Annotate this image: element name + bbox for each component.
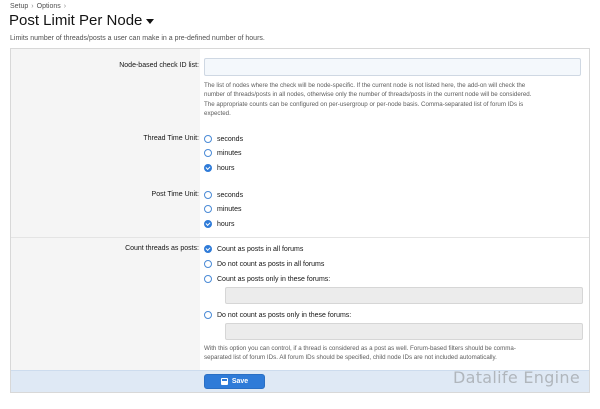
radio-button[interactable] [204, 191, 212, 199]
explain-line: number of threads/posts in all nodes, ot… [204, 91, 532, 99]
radio-label: hours [217, 220, 235, 228]
radio-label: hours [217, 164, 235, 172]
radio-label: minutes [217, 205, 242, 213]
breadcrumb-separator: › [63, 3, 67, 10]
breadcrumb: Setup › Options › [10, 3, 66, 10]
watermark: Datalife Engine [453, 368, 580, 387]
thread-time-unit-minutes[interactable]: minutes [204, 149, 242, 157]
thread-time-unit-seconds[interactable]: seconds [204, 135, 243, 143]
radio-button[interactable] [204, 275, 212, 283]
count-threads-only-these[interactable]: Count as posts only in these forums: [204, 275, 330, 283]
radio-label: Do not count as posts only in these foru… [217, 311, 352, 319]
count-threads-none[interactable]: Do not count as posts in all forums [204, 260, 324, 268]
page-description: Limits number of threads/posts a user ca… [10, 35, 265, 42]
node-check-explain: The list of nodes where the check will b… [204, 81, 579, 119]
explain-line: The appropriate counts can be configured… [204, 100, 524, 108]
count-only-forums-input[interactable] [225, 287, 583, 304]
count-threads-label: Count threads as posts: [125, 245, 199, 252]
radio-label: seconds [217, 135, 244, 143]
save-disk-icon [220, 378, 228, 385]
post-time-unit-hours[interactable]: hours [204, 220, 235, 228]
save-button-label: Save [231, 378, 249, 385]
radio-button[interactable] [204, 135, 212, 143]
explain-line: expected. [204, 110, 231, 118]
options-form: Node-based check ID list: The list of no… [10, 48, 590, 393]
caret-down-icon[interactable] [146, 19, 155, 24]
radio-button[interactable] [204, 149, 212, 157]
post-time-unit-seconds[interactable]: seconds [204, 191, 243, 199]
breadcrumb-item-setup[interactable]: Setup [10, 3, 28, 10]
radio-button-checked[interactable] [204, 245, 212, 253]
page-title[interactable]: Post Limit Per Node [9, 12, 155, 29]
explain-line: With this option you can control, if a t… [204, 345, 516, 352]
radio-label: Do not count as posts in all forums [217, 260, 325, 268]
node-check-input[interactable] [204, 58, 581, 76]
section-divider [11, 237, 589, 238]
radio-button-checked[interactable] [204, 164, 212, 172]
radio-label: Count as posts only in these forums: [217, 275, 331, 283]
radio-label: minutes [217, 149, 242, 157]
post-time-unit-label: Post Time Unit: [151, 191, 199, 198]
post-time-unit-minutes[interactable]: minutes [204, 205, 242, 213]
radio-button[interactable] [204, 311, 212, 319]
count-threads-all[interactable]: Count as posts in all forums [204, 245, 303, 253]
radio-label: seconds [217, 191, 244, 199]
node-check-label: Node-based check ID list: [119, 62, 199, 69]
explain-line: The list of nodes where the check will b… [204, 82, 526, 89]
radio-button[interactable] [204, 260, 212, 268]
breadcrumb-item-options[interactable]: Options [37, 3, 61, 10]
radio-button-checked[interactable] [204, 220, 212, 228]
count-threads-explain: With this option you can control, if a t… [204, 344, 579, 363]
breadcrumb-separator: › [31, 3, 34, 10]
save-button[interactable]: Save [204, 374, 265, 389]
not-count-forums-input[interactable] [225, 323, 583, 340]
explain-line: separated list of forum IDs. All forum I… [204, 354, 497, 362]
thread-time-unit-hours[interactable]: hours [204, 164, 235, 172]
radio-button[interactable] [204, 205, 212, 213]
thread-time-unit-label: Thread Time Unit: [143, 135, 199, 142]
count-threads-not-these[interactable]: Do not count as posts only in these foru… [204, 311, 351, 319]
radio-label: Count as posts in all forums [217, 245, 304, 253]
page-title-text: Post Limit Per Node [9, 12, 143, 29]
